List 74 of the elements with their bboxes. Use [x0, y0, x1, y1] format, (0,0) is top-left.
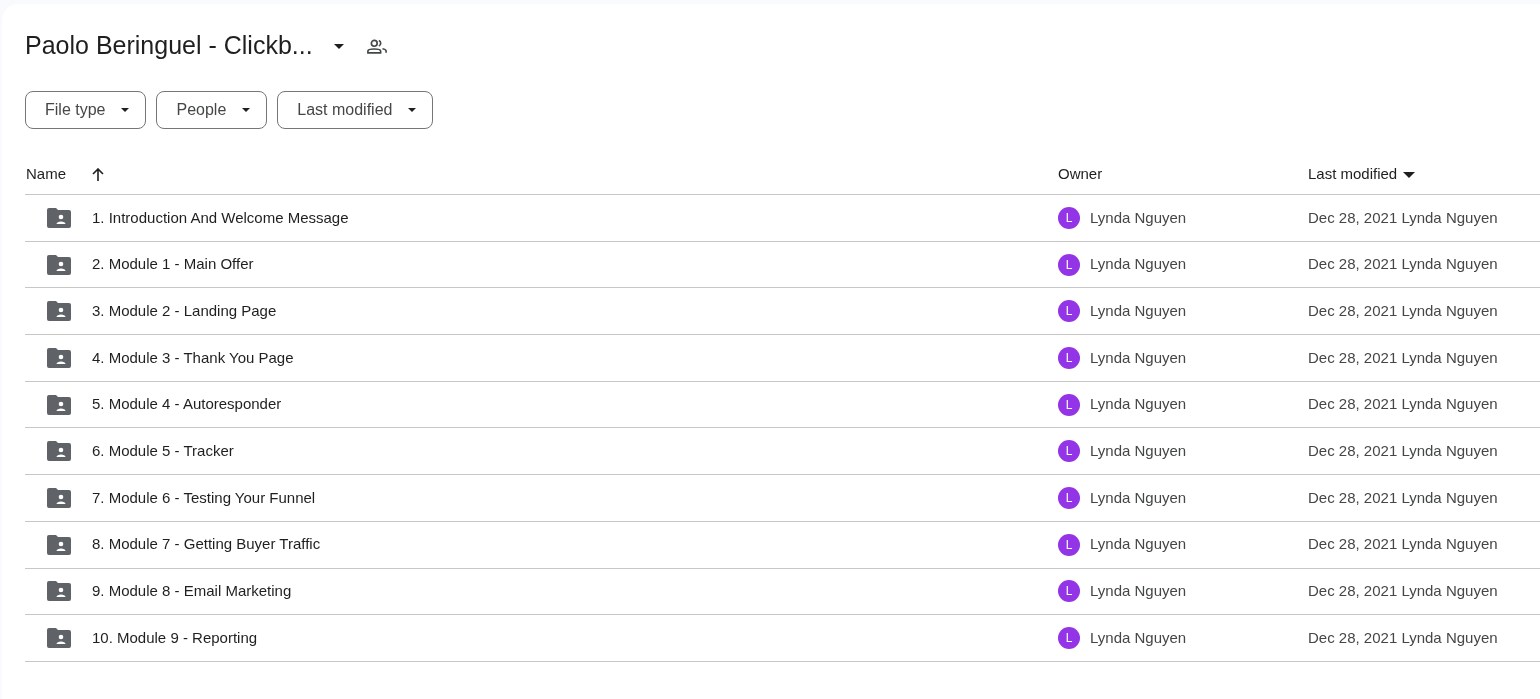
column-header[interactable]: Name — [25, 163, 66, 186]
modified-date: Dec 28, 2021 Lynda Nguyen — [1308, 254, 1498, 275]
filter-chip[interactable]: People — [156, 91, 268, 129]
folder-title: Paolo Beringuel - Clickb... — [25, 30, 313, 62]
owner-avatar: L — [1058, 627, 1080, 650]
owner-avatar: L — [1058, 300, 1080, 323]
shared-folder-icon — [47, 207, 71, 228]
folder-row[interactable]: 2. Module 1 - Main Offer L Lynda Nguyen Dec 28, 2021 Lynda Nguyen — [25, 241, 1540, 289]
folder-name: 3. Module 2 - Landing Page — [92, 300, 277, 321]
folder-name: 7. Module 6 - Testing Your Funnel — [92, 487, 316, 508]
folder-row[interactable]: 10. Module 9 - Reporting L Lynda Nguyen Dec 28, 2021 Lynda Nguyen — [25, 615, 1540, 662]
modified-date: Dec 28, 2021 Lynda Nguyen — [1308, 394, 1498, 415]
folder-row[interactable]: 8. Module 7 - Getting Buyer Traffic L Lynda Nguyen Dec 28, 2021 Lynda Nguyen — [25, 521, 1540, 569]
owner-name: Lynda Nguyen — [1090, 627, 1187, 648]
folder-name: 5. Module 4 - Autoresponder — [92, 394, 282, 415]
owner-name: Lynda Nguyen — [1090, 441, 1187, 462]
column-header[interactable]: Last modified — [1308, 163, 1398, 186]
owner-avatar: L — [1058, 346, 1080, 369]
owner-avatar: L — [1058, 486, 1080, 509]
modified-date: Dec 28, 2021 Lynda Nguyen — [1308, 581, 1498, 602]
modified-date: Dec 28, 2021 Lynda Nguyen — [1308, 300, 1498, 321]
shared-folder-icon — [47, 487, 71, 508]
folder-row[interactable]: 9. Module 8 - Email Marketing L Lynda Nguyen Dec 28, 2021 Lynda Nguyen — [25, 568, 1540, 616]
caret-icon — [121, 108, 130, 112]
folder-row[interactable]: 6. Module 5 - Tracker L Lynda Nguyen Dec 28, 2021 Lynda Nguyen — [25, 428, 1540, 476]
shared-folder-icon — [47, 441, 71, 462]
folder-name: 2. Module 1 - Main Offer — [92, 254, 254, 275]
people-icon — [366, 38, 387, 54]
folder-row[interactable]: 4. Module 3 - Thank You Page L Lynda Nguyen Dec 28, 2021 Lynda Nguyen — [25, 335, 1540, 382]
filter-chip[interactable]: Last modified — [277, 91, 434, 129]
folder-name: 10. Module 9 - Reporting — [92, 627, 258, 648]
caret-icon — [242, 108, 251, 112]
owner-avatar: L — [1058, 206, 1080, 229]
modified-date: Dec 28, 2021 Lynda Nguyen — [1308, 487, 1498, 508]
shared-folder-icon — [47, 581, 71, 602]
modified-date: Dec 28, 2021 Lynda Nguyen — [1308, 441, 1498, 462]
shared-folder-icon — [47, 534, 71, 555]
owner-name: Lynda Nguyen — [1090, 254, 1187, 275]
shared-folder-icon — [47, 394, 71, 415]
folder-name: 4. Module 3 - Thank You Page — [92, 347, 294, 368]
folder-name: 9. Module 8 - Email Marketing — [92, 581, 292, 602]
folder-row[interactable]: 5. Module 4 - Autoresponder L Lynda Nguyen Dec 28, 2021 Lynda Nguyen — [25, 381, 1540, 429]
owner-name: Lynda Nguyen — [1090, 581, 1187, 602]
modified-date: Dec 28, 2021 Lynda Nguyen — [1308, 627, 1498, 648]
owner-name: Lynda Nguyen — [1090, 347, 1187, 368]
folder-name: 1. Introduction And Welcome Message — [92, 207, 349, 228]
shared-folder-icon — [47, 301, 71, 322]
folder-name: 6. Module 5 - Tracker — [92, 441, 234, 462]
owner-name: Lynda Nguyen — [1090, 487, 1187, 508]
caret-icon — [333, 43, 344, 49]
sort-arrow-icon[interactable] — [92, 167, 104, 182]
owner-name: Lynda Nguyen — [1090, 300, 1187, 321]
folder-row[interactable]: 3. Module 2 - Landing Page L Lynda Nguyen Dec 28, 2021 Lynda Nguyen — [25, 288, 1540, 336]
owner-avatar: L — [1058, 440, 1080, 463]
sort-caret-icon — [1403, 171, 1416, 178]
filter-chip[interactable]: File type — [25, 91, 147, 129]
owner-name: Lynda Nguyen — [1090, 534, 1187, 555]
owner-name: Lynda Nguyen — [1090, 394, 1187, 415]
shared-folder-icon — [47, 254, 71, 275]
modified-date: Dec 28, 2021 Lynda Nguyen — [1308, 347, 1498, 368]
shared-folder-icon — [47, 628, 71, 649]
folder-name: 8. Module 7 - Getting Buyer Traffic — [92, 534, 321, 555]
modified-date: Dec 28, 2021 Lynda Nguyen — [1308, 534, 1498, 555]
folder-row[interactable]: 1. Introduction And Welcome Message L Lynda Nguyen Dec 28, 2021 Lynda Nguyen — [25, 195, 1540, 242]
folder-row[interactable]: 7. Module 6 - Testing Your Funnel L Lynda Nguyen Dec 28, 2021 Lynda Nguyen — [25, 475, 1540, 522]
column-header[interactable]: Owner — [1058, 163, 1308, 186]
owner-avatar: L — [1058, 580, 1080, 603]
owner-avatar: L — [1058, 393, 1080, 416]
modified-date: Dec 28, 2021 Lynda Nguyen — [1308, 207, 1498, 228]
owner-avatar: L — [1058, 253, 1080, 276]
shared-folder-icon — [47, 347, 71, 368]
owner-name: Lynda Nguyen — [1090, 207, 1187, 228]
caret-icon — [408, 108, 417, 112]
owner-avatar: L — [1058, 533, 1080, 556]
